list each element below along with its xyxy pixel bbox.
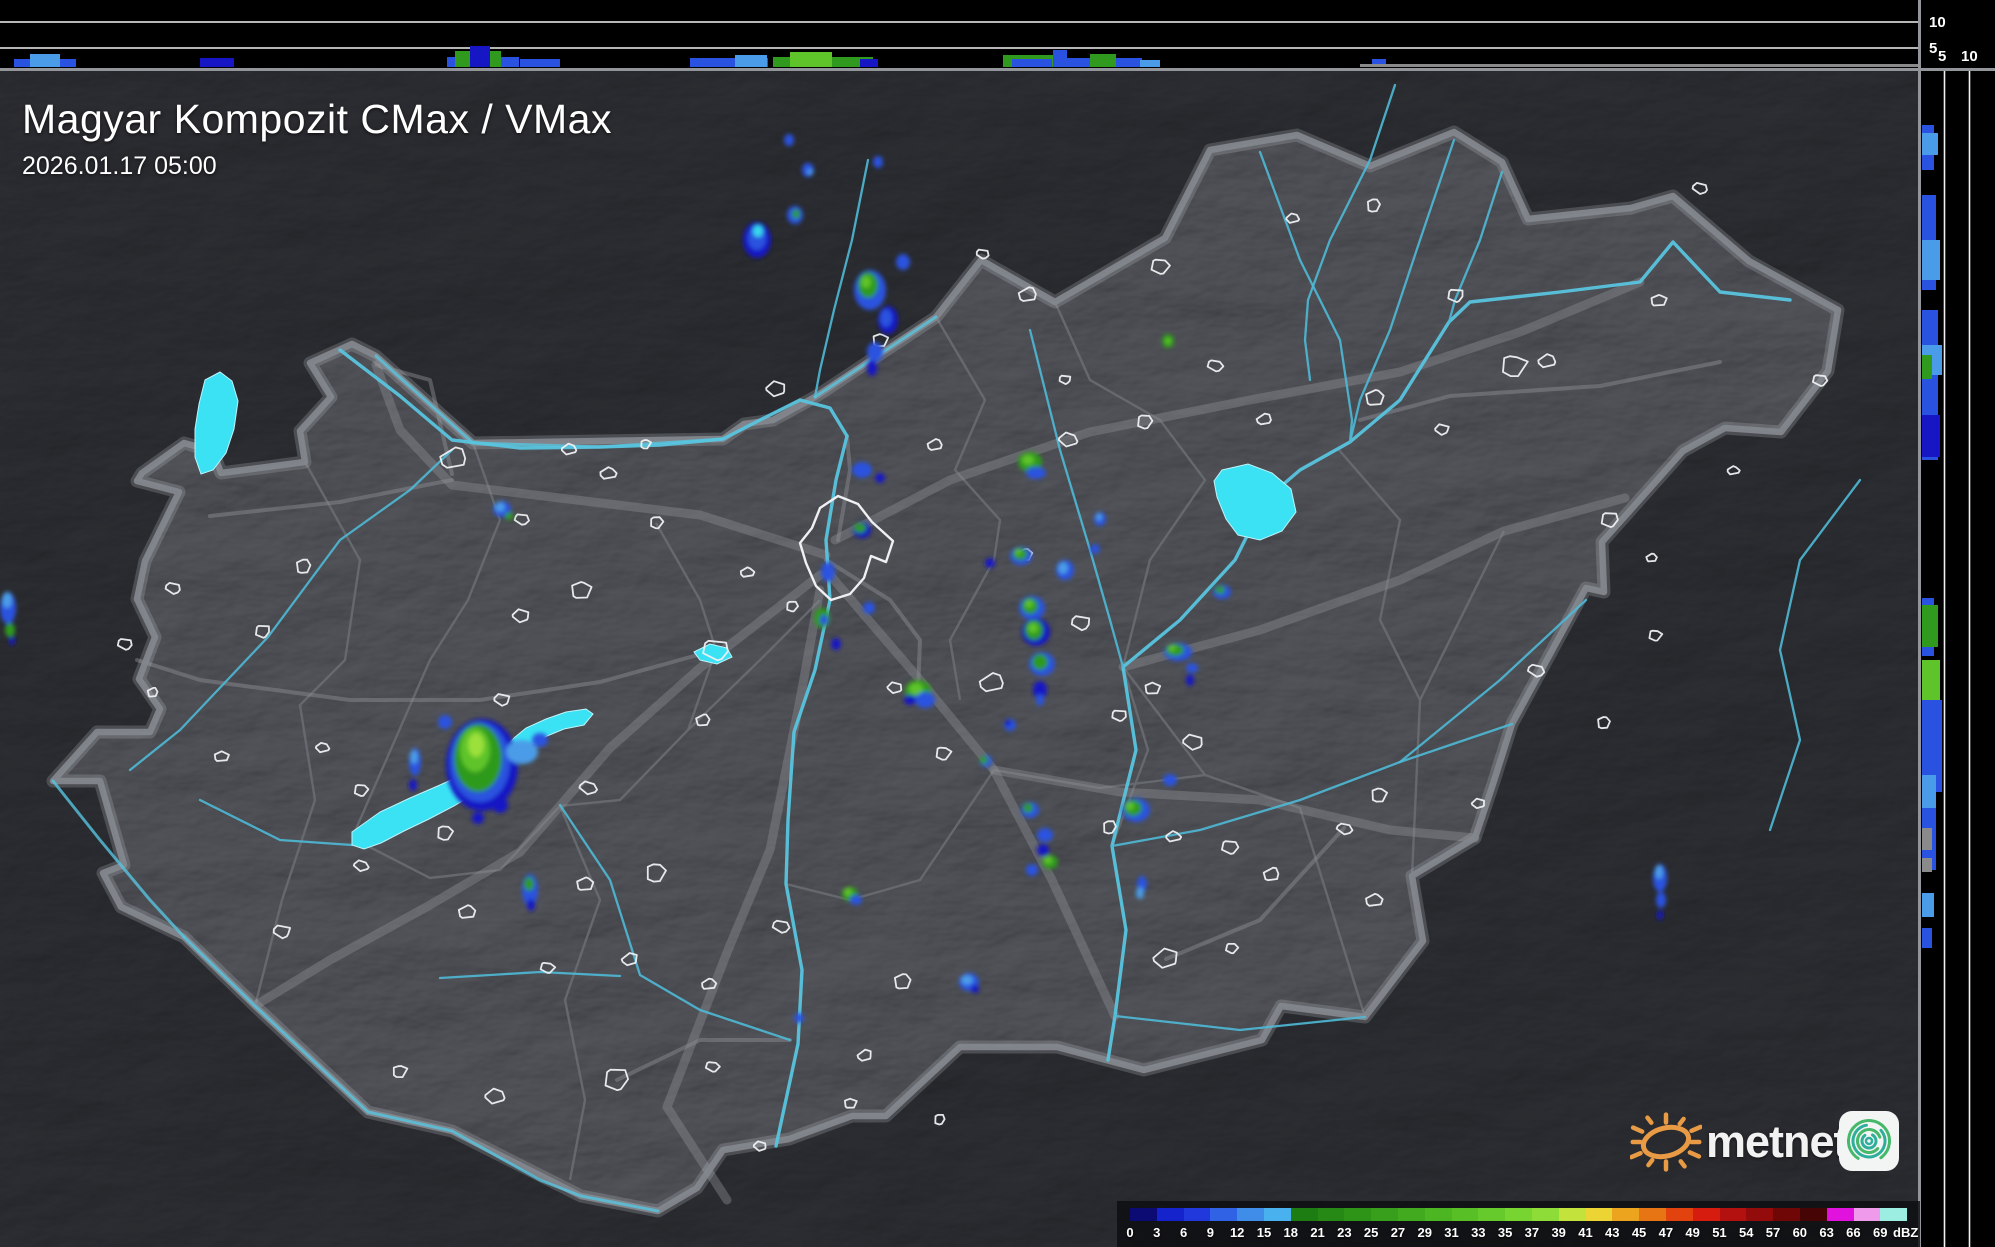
- colorbar-segment: [1586, 1208, 1613, 1221]
- radar-map: [0, 0, 1995, 1247]
- top-axis-label-10: 10: [1929, 14, 1946, 31]
- colorbar-segment: [1773, 1208, 1800, 1221]
- sun-icon: [1630, 1102, 1702, 1180]
- top-profile-plot: [0, 0, 1918, 68]
- colorbar-label: 33: [1471, 1225, 1485, 1240]
- colorbar-label: 12: [1230, 1225, 1244, 1240]
- colorbar-label: 3: [1153, 1225, 1160, 1240]
- colorbar-segment: [1157, 1208, 1184, 1221]
- colorbar-segment: [1291, 1208, 1318, 1221]
- colorbar-segment: [1237, 1208, 1264, 1221]
- dbz-colorbar-scale: [1130, 1208, 1907, 1221]
- colorbar-segment: [1639, 1208, 1666, 1221]
- horizontal-divider: [0, 68, 1995, 71]
- colorbar-segment: [1532, 1208, 1559, 1221]
- colorbar-segment: [1398, 1208, 1425, 1221]
- colorbar-label: 49: [1685, 1225, 1699, 1240]
- dbz-colorbar: 0369121518212325272931333537394143454749…: [1117, 1201, 1920, 1247]
- colorbar-segment: [1505, 1208, 1532, 1221]
- colorbar-label: 66: [1846, 1225, 1860, 1240]
- colorbar-segment: [1452, 1208, 1479, 1221]
- colorbar-segment: [1210, 1208, 1237, 1221]
- top-profile-strip: [0, 0, 1918, 68]
- profile-axes-corner: 10 5 5 10: [1921, 0, 1995, 68]
- logo-text: metnet: [1706, 1116, 1848, 1168]
- colorbar-label: 23: [1337, 1225, 1351, 1240]
- colorbar-label: 27: [1391, 1225, 1405, 1240]
- radar-screen: 10 5 5 10 Magyar Kompozit CMax / VMax 20…: [0, 0, 1995, 1247]
- colorbar-label: 39: [1551, 1225, 1565, 1240]
- colorbar-segment: [1612, 1208, 1639, 1221]
- colorbar-segment: [1827, 1208, 1854, 1221]
- right-profile-plot: [1921, 0, 1995, 1247]
- colorbar-label: 63: [1819, 1225, 1833, 1240]
- colorbar-label: 43: [1605, 1225, 1619, 1240]
- title-block: Magyar Kompozit CMax / VMax 2026.01.17 0…: [22, 96, 612, 181]
- colorbar-segment: [1264, 1208, 1291, 1221]
- colorbar-label: 37: [1525, 1225, 1539, 1240]
- colorbar-segment: [1720, 1208, 1747, 1221]
- colorbar-label: 51: [1712, 1225, 1726, 1240]
- colorbar-label: 41: [1578, 1225, 1592, 1240]
- timestamp: 2026.01.17 05:00: [22, 152, 612, 181]
- colorbar-label: 35: [1498, 1225, 1512, 1240]
- colorbar-segment: [1800, 1208, 1827, 1221]
- colorbar-segment: [1693, 1208, 1720, 1221]
- colorbar-segment: [1371, 1208, 1398, 1221]
- colorbar-segment: [1854, 1208, 1881, 1221]
- colorbar-label: 6: [1180, 1225, 1187, 1240]
- top-axis-label-5: 5: [1929, 40, 1937, 57]
- metnet-logo: metnet: [1630, 1098, 1920, 1198]
- colorbar-label: 31: [1444, 1225, 1458, 1240]
- right-axis-label-10: 10: [1961, 48, 1978, 65]
- page-title: Magyar Kompozit CMax / VMax: [22, 96, 612, 143]
- colorbar-label: 21: [1310, 1225, 1324, 1240]
- colorbar-label: 0: [1126, 1225, 1133, 1240]
- colorbar-segment: [1880, 1208, 1907, 1221]
- colorbar-label: 9: [1207, 1225, 1214, 1240]
- colorbar-segment: [1425, 1208, 1452, 1221]
- colorbar-segment: [1746, 1208, 1773, 1221]
- spiral-app-icon: [1838, 1110, 1900, 1172]
- colorbar-label: 57: [1766, 1225, 1780, 1240]
- colorbar-label: 18: [1284, 1225, 1298, 1240]
- vertical-divider: [1918, 0, 1921, 1247]
- colorbar-label: 25: [1364, 1225, 1378, 1240]
- colorbar-label: 15: [1257, 1225, 1271, 1240]
- colorbar-label: 69: [1873, 1225, 1887, 1240]
- colorbar-label: 60: [1793, 1225, 1807, 1240]
- colorbar-segment: [1559, 1208, 1586, 1221]
- right-axis-label-5: 5: [1938, 48, 1946, 65]
- colorbar-segment: [1666, 1208, 1693, 1221]
- colorbar-label: 47: [1659, 1225, 1673, 1240]
- colorbar-label: 45: [1632, 1225, 1646, 1240]
- colorbar-segment: [1478, 1208, 1505, 1221]
- right-profile-strip: [1921, 0, 1995, 1247]
- colorbar-segment: [1344, 1208, 1371, 1221]
- colorbar-segment: [1318, 1208, 1345, 1221]
- colorbar-label: 29: [1417, 1225, 1431, 1240]
- colorbar-label: 54: [1739, 1225, 1753, 1240]
- colorbar-segment: [1184, 1208, 1211, 1221]
- colorbar-unit-label: dBZ: [1893, 1225, 1918, 1240]
- colorbar-segment: [1130, 1208, 1157, 1221]
